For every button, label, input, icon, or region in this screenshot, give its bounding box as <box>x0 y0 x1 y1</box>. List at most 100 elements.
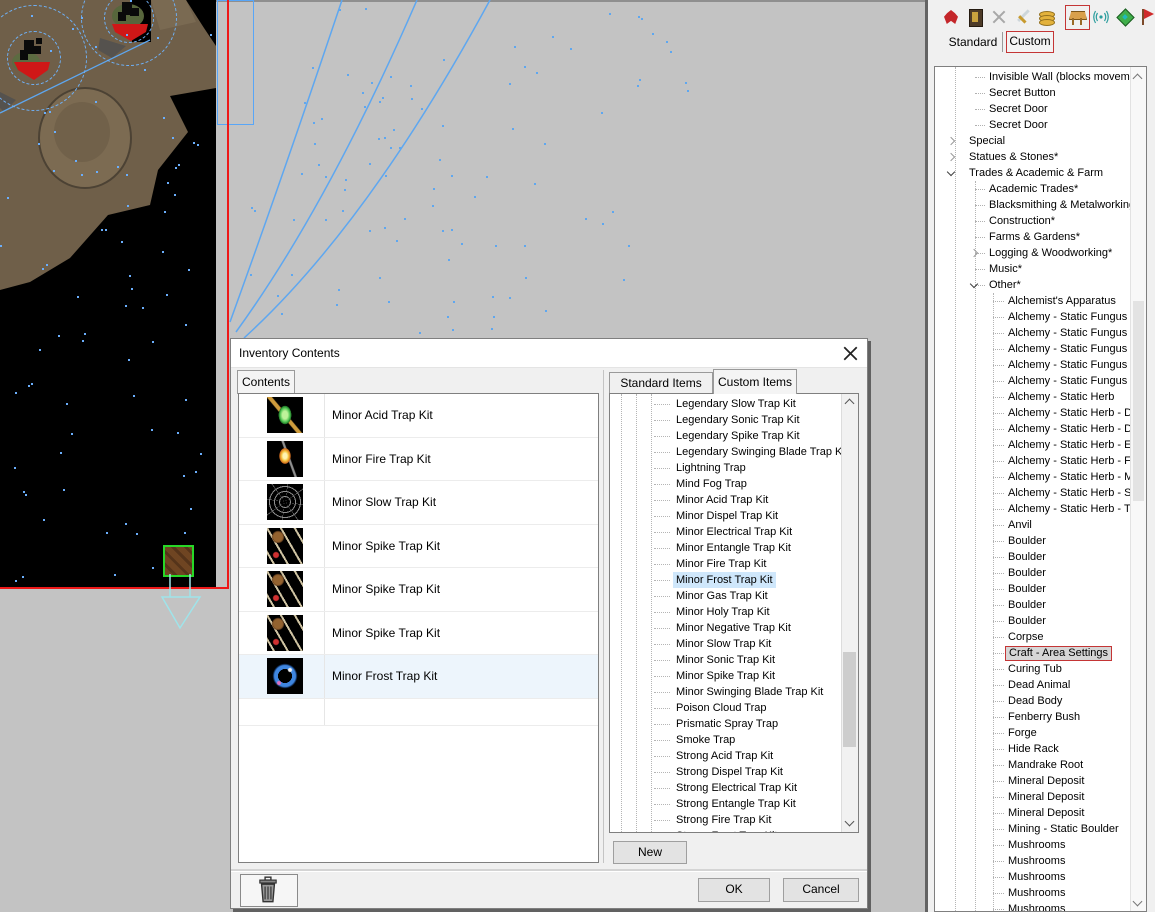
tree-item[interactable]: Strong Acid Trap Kit <box>610 748 842 764</box>
expand-arrow-icon[interactable] <box>947 153 955 161</box>
new-button[interactable]: New <box>613 841 687 864</box>
sword-icon[interactable] <box>1014 8 1032 26</box>
tree-item[interactable]: Minor Frost Trap Kit <box>610 572 842 588</box>
palette-item[interactable]: Alchemy - Static Herb - Tr <box>935 501 1131 517</box>
palette-item[interactable]: Blacksmithing & Metalworking <box>935 197 1131 213</box>
inventory-row[interactable]: Minor Acid Trap Kit <box>239 394 598 438</box>
tree-scrollbar[interactable] <box>841 394 858 832</box>
dialog-titlebar[interactable]: Inventory Contents <box>231 339 867 368</box>
palette-item[interactable]: Mushrooms <box>935 901 1131 911</box>
waypoint-icon[interactable] <box>1116 8 1134 26</box>
palette-item[interactable]: Mushrooms <box>935 885 1131 901</box>
area-map-viewport[interactable] <box>0 0 216 588</box>
custom-items-tree[interactable]: Legendary Slow Trap Kit Legendary Sonic … <box>609 393 859 833</box>
palette-item[interactable]: Secret Door <box>935 101 1131 117</box>
palette-item[interactable]: Mushrooms <box>935 837 1131 853</box>
palette-item[interactable]: Forge <box>935 725 1131 741</box>
palette-item[interactable]: Boulder <box>935 597 1131 613</box>
tree-item[interactable]: Strong Electrical Trap Kit <box>610 780 842 796</box>
palette-item[interactable]: Fenberry Bush <box>935 709 1131 725</box>
scroll-up-button[interactable] <box>842 394 858 411</box>
palette-item[interactable]: Alchemy - Static Herb - D <box>935 405 1131 421</box>
palette-item[interactable]: Alchemy - Static Fungus - <box>935 373 1131 389</box>
tree-item[interactable]: Minor Electrical Trap Kit <box>610 524 842 540</box>
tab-contents[interactable]: Contents <box>237 370 295 394</box>
scrollbar-thumb[interactable] <box>1133 301 1144 501</box>
palette-item[interactable]: Mushrooms <box>935 853 1131 869</box>
encounter-icon[interactable] <box>990 8 1008 26</box>
palette-item[interactable]: Trades & Academic & Farm <box>935 165 1131 181</box>
palette-item[interactable]: Mandrake Root <box>935 757 1131 773</box>
expand-arrow-icon[interactable] <box>970 280 978 288</box>
palette-item[interactable]: Mineral Deposit <box>935 805 1131 821</box>
palette-item[interactable]: Alchemist's Apparatus <box>935 293 1131 309</box>
palette-item[interactable]: Alchemy - Static Herb - E <box>935 437 1131 453</box>
tab-standard-items[interactable]: Standard Items <box>609 372 713 393</box>
inventory-row[interactable]: Minor Spike Trap Kit <box>239 612 598 656</box>
tree-item[interactable]: Minor Fire Trap Kit <box>610 556 842 572</box>
palette-item[interactable]: Corpse <box>935 629 1131 645</box>
palette-item[interactable]: Statues & Stones* <box>935 149 1131 165</box>
palette-item[interactable]: Alchemy - Static Fungus - <box>935 341 1131 357</box>
palette-item[interactable]: Boulder <box>935 613 1131 629</box>
palette-item[interactable]: Curing Tub <box>935 661 1131 677</box>
tree-item[interactable]: Legendary Swinging Blade Trap Kit <box>610 444 842 460</box>
scroll-down-icon[interactable] <box>1133 897 1143 907</box>
creature-icon[interactable] <box>942 8 960 26</box>
palette-item[interactable]: Academic Trades* <box>935 181 1131 197</box>
creature-marker[interactable] <box>106 0 152 42</box>
palette-item[interactable]: Secret Button <box>935 85 1131 101</box>
inventory-row[interactable]: Minor Frost Trap Kit <box>239 655 598 699</box>
expand-arrow-icon[interactable] <box>947 137 955 145</box>
expand-arrow-icon[interactable] <box>970 249 978 257</box>
palette-item[interactable]: Other* <box>935 277 1131 293</box>
coins-icon[interactable] <box>1037 8 1055 26</box>
sound-icon[interactable] <box>1092 8 1110 26</box>
tree-item[interactable]: Minor Holy Trap Kit <box>610 604 842 620</box>
door-icon[interactable] <box>966 8 984 26</box>
palette-item[interactable]: Alchemy - Static Herb - D <box>935 421 1131 437</box>
tree-item[interactable]: Minor Spike Trap Kit <box>610 668 842 684</box>
palette-item[interactable]: Alchemy - Static Herb - Fi <box>935 453 1131 469</box>
palette-tree[interactable]: Invisible Wall (blocks moveme Secret But… <box>934 66 1147 912</box>
palette-item[interactable]: Mineral Deposit <box>935 773 1131 789</box>
tree-item[interactable]: Minor Slow Trap Kit <box>610 636 842 652</box>
tab-standard[interactable]: Standard <box>942 32 1004 52</box>
palette-item[interactable]: Farms & Gardens* <box>935 229 1131 245</box>
tree-item[interactable]: Minor Swinging Blade Trap Kit <box>610 684 842 700</box>
delete-button[interactable] <box>240 874 298 907</box>
tree-item[interactable]: Smoke Trap <box>610 732 842 748</box>
inventory-row[interactable]: Minor Fire Trap Kit <box>239 438 598 482</box>
tree-item[interactable]: Minor Entangle Trap Kit <box>610 540 842 556</box>
palette-item[interactable]: Alchemy - Static Fungus - <box>935 325 1131 341</box>
close-icon[interactable] <box>843 346 858 361</box>
tree-item[interactable]: Legendary Sonic Trap Kit <box>610 412 842 428</box>
palette-item[interactable]: Music* <box>935 261 1131 277</box>
palette-item[interactable]: Construction* <box>935 213 1131 229</box>
palette-item[interactable]: Boulder <box>935 565 1131 581</box>
palette-item[interactable]: Alchemy - Static Herb - S <box>935 485 1131 501</box>
palette-item[interactable]: Alchemy - Static Herb <box>935 389 1131 405</box>
tree-item[interactable]: Minor Dispel Trap Kit <box>610 508 842 524</box>
palette-item[interactable]: Anvil <box>935 517 1131 533</box>
palette-item[interactable]: Alchemy - Static Fungus <box>935 309 1131 325</box>
tree-item[interactable]: Mind Fog Trap <box>610 476 842 492</box>
inventory-row-empty[interactable] <box>239 699 598 726</box>
tree-item[interactable]: Minor Sonic Trap Kit <box>610 652 842 668</box>
scroll-up-icon[interactable] <box>1133 74 1143 84</box>
palette-item[interactable]: Dead Body <box>935 693 1131 709</box>
tree-item[interactable]: Strong Frost Trap Kit <box>610 828 842 832</box>
palette-item[interactable]: Alchemy - Static Fungus - <box>935 357 1131 373</box>
palette-item[interactable]: Hide Rack <box>935 741 1131 757</box>
palette-item[interactable]: Logging & Woodworking* <box>935 245 1131 261</box>
palette-scrollbar[interactable] <box>1130 67 1146 911</box>
tree-item[interactable]: Minor Acid Trap Kit <box>610 492 842 508</box>
tree-item[interactable]: Minor Gas Trap Kit <box>610 588 842 604</box>
palette-item[interactable]: Boulder <box>935 533 1131 549</box>
trigger-rectangle[interactable] <box>217 0 254 125</box>
tree-item[interactable]: Legendary Spike Trap Kit <box>610 428 842 444</box>
palette-item[interactable]: Special <box>935 133 1131 149</box>
tree-item[interactable]: Strong Dispel Trap Kit <box>610 764 842 780</box>
tree-item[interactable]: Strong Fire Trap Kit <box>610 812 842 828</box>
palette-item[interactable]: Boulder <box>935 581 1131 597</box>
